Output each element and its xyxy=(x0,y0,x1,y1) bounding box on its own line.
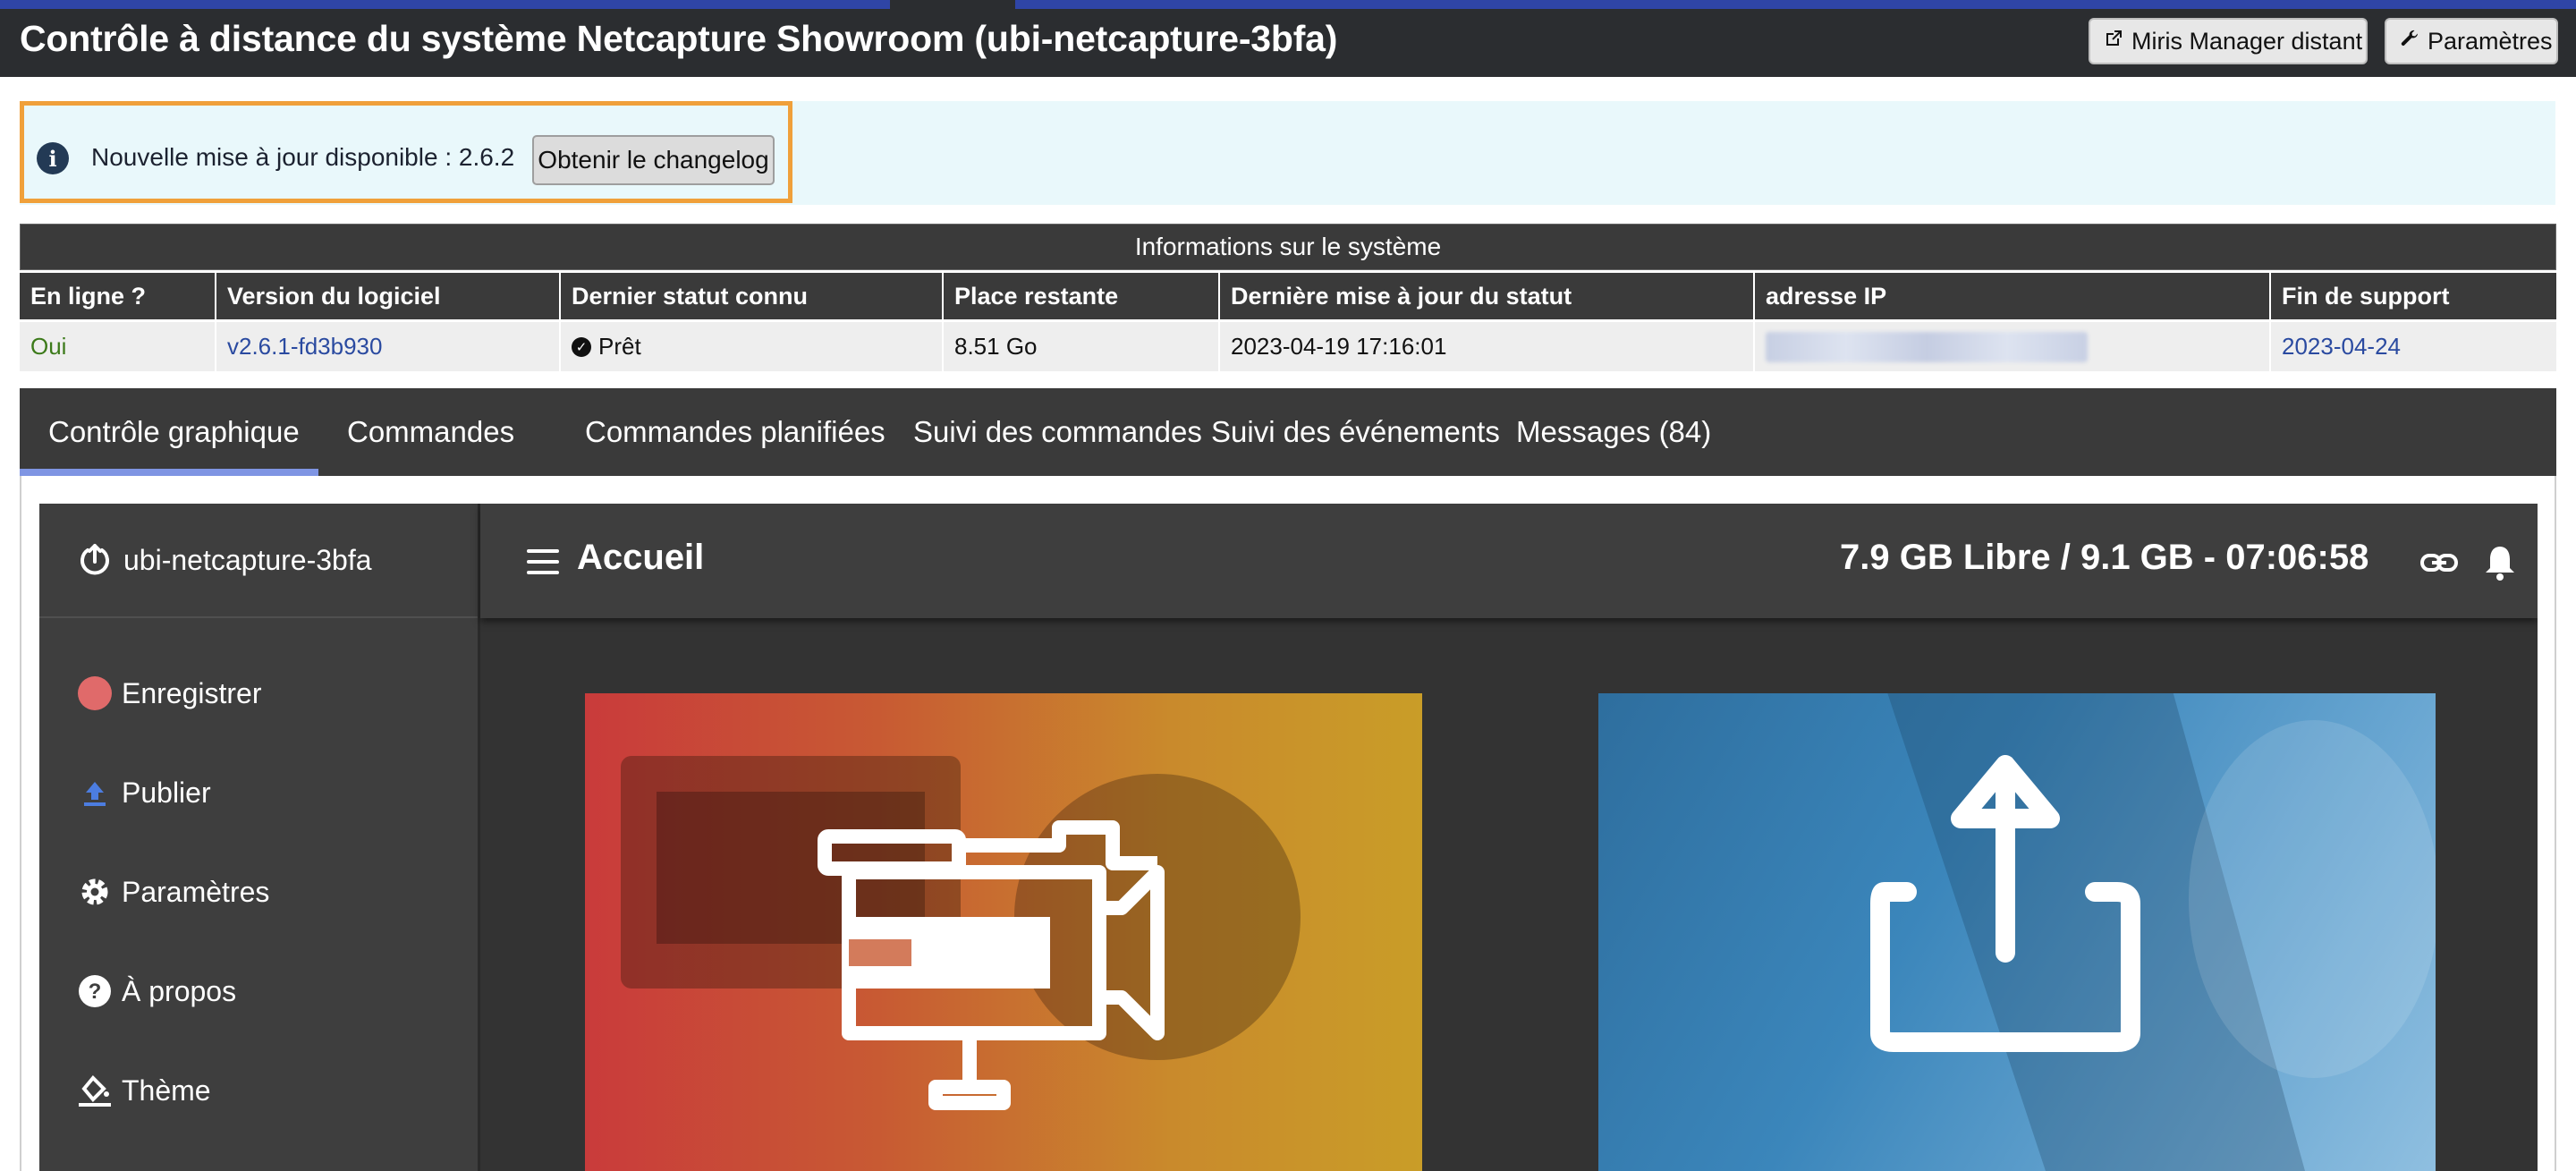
top-accent-strip xyxy=(0,0,2576,9)
column-header: Fin de support xyxy=(2271,273,2556,319)
column-header: Dernière mise à jour du statut xyxy=(1220,273,1755,319)
column-header: Version du logiciel xyxy=(216,273,561,319)
system-info-title: Informations sur le système xyxy=(20,224,2556,270)
gear-icon xyxy=(77,874,113,910)
column-header: Dernier statut connu xyxy=(561,273,944,319)
column-header: Place restante xyxy=(944,273,1220,319)
nav-label: Enregistrer xyxy=(122,676,262,709)
info-icon: i xyxy=(37,142,69,174)
video-camera-icon xyxy=(621,756,1301,1110)
tab-suivi-commandes[interactable]: Suivi des commandes xyxy=(885,388,1231,476)
device-sidebar: ubi-netcapture-3bfa Enregistrer Publier … xyxy=(39,504,480,1171)
tab-bar: Contrôle graphique Commandes Commandes p… xyxy=(20,388,2556,476)
end-support-link[interactable]: 2023-04-24 xyxy=(2271,322,2556,371)
upload-icon xyxy=(77,775,113,810)
nav-label: Publier xyxy=(122,776,211,809)
tab-commandes-planifiees[interactable]: Commandes planifiées xyxy=(556,388,914,476)
power-logo-icon xyxy=(80,544,109,575)
miris-manager-button[interactable]: Miris Manager distant xyxy=(2089,18,2368,64)
parametres-button[interactable]: Paramètres xyxy=(2385,18,2558,64)
bell-icon[interactable] xyxy=(2482,543,2518,582)
svg-text:?: ? xyxy=(89,980,102,1004)
status-cell: ✓ Prêt xyxy=(561,322,944,371)
record-tile[interactable] xyxy=(585,693,1422,1171)
column-header: adresse IP xyxy=(1755,273,2271,319)
publish-tile[interactable] xyxy=(1598,693,2436,1171)
device-page-title: Accueil xyxy=(577,538,705,577)
get-changelog-button[interactable]: Obtenir le changelog xyxy=(532,135,775,185)
accent-segment xyxy=(1015,0,2576,9)
accent-segment xyxy=(0,0,890,9)
check-circle-icon: ✓ xyxy=(572,336,591,357)
remote-device-ui[interactable]: ubi-netcapture-3bfa Enregistrer Publier … xyxy=(39,504,2538,1171)
online-value: Oui xyxy=(20,322,216,371)
tab-messages[interactable]: Messages (84) xyxy=(1487,388,1740,476)
ip-address-redacted xyxy=(1766,331,2088,362)
nav-enregistrer[interactable]: Enregistrer xyxy=(77,666,262,720)
page-header: Contrôle à distance du système Netcaptur… xyxy=(0,9,2576,77)
ip-cell xyxy=(1755,322,2271,371)
device-brand: ubi-netcapture-3bfa xyxy=(39,504,478,618)
nav-label: Thème xyxy=(122,1073,211,1107)
paint-bucket-icon xyxy=(77,1073,113,1108)
device-brand-label: ubi-netcapture-3bfa xyxy=(123,543,372,576)
nav-label: Paramètres xyxy=(122,875,270,908)
link-icon[interactable] xyxy=(2419,547,2459,579)
status-value: Prêt xyxy=(598,333,641,360)
version-link[interactable]: v2.6.1-fd3b930 xyxy=(216,322,561,371)
storage-status: 7.9 GB Libre / 9.1 GB - 07:06:58 xyxy=(1840,538,2369,577)
menu-icon[interactable] xyxy=(527,549,559,574)
nav-theme[interactable]: Thème xyxy=(77,1064,211,1117)
system-info-row: Oui v2.6.1-fd3b930 ✓ Prêt 8.51 Go 2023-0… xyxy=(20,322,2556,371)
tab-controle-graphique[interactable]: Contrôle graphique xyxy=(20,388,318,476)
external-link-icon xyxy=(2103,28,2124,55)
system-info-header-row: En ligne ? Version du logiciel Dernier s… xyxy=(20,273,2556,319)
nav-label: À propos xyxy=(122,974,237,1007)
parametres-label: Paramètres xyxy=(2428,27,2553,55)
space-value: 8.51 Go xyxy=(944,322,1220,371)
device-topbar: Accueil 7.9 GB Libre / 9.1 GB - 07:06:58 xyxy=(480,504,2538,618)
help-circle-icon: ? xyxy=(77,973,113,1009)
share-upload-icon xyxy=(1870,693,2436,1171)
page-title: Contrôle à distance du système Netcaptur… xyxy=(20,18,1338,59)
update-message: Nouvelle mise à jour disponible : 2.6.2 xyxy=(91,143,515,171)
miris-manager-label: Miris Manager distant xyxy=(2131,27,2363,55)
nav-a-propos[interactable]: ? À propos xyxy=(77,964,236,1018)
wrench-icon xyxy=(2399,28,2420,55)
nav-publier[interactable]: Publier xyxy=(77,766,211,819)
tab-commandes[interactable]: Commandes xyxy=(318,388,543,476)
last-update-value: 2023-04-19 17:16:01 xyxy=(1220,322,1755,371)
record-dot-icon xyxy=(77,675,113,711)
tab-suivi-evenements[interactable]: Suivi des événements xyxy=(1182,388,1529,476)
column-header: En ligne ? xyxy=(20,273,216,319)
nav-parametres[interactable]: Paramètres xyxy=(77,865,269,919)
